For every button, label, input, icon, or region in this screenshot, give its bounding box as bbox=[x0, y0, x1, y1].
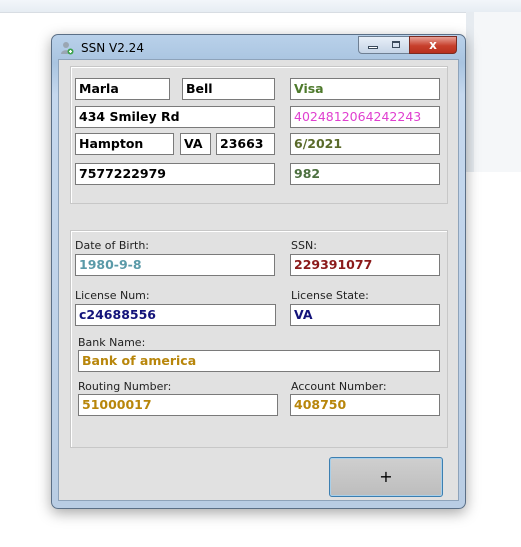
card-type-field[interactable]: Visa bbox=[290, 78, 440, 100]
user-add-icon bbox=[61, 42, 74, 55]
bank-name-field[interactable]: Bank of america bbox=[78, 350, 440, 372]
dob-field[interactable]: 1980-9-8 bbox=[75, 254, 275, 276]
license-num-label: License Num: bbox=[75, 289, 150, 302]
card-number-field[interactable]: 4024812064242243 bbox=[290, 106, 440, 128]
app-window: SSN V2.24 x Marla Bell Visa 434 Smiley R… bbox=[51, 34, 466, 509]
dob-label: Date of Birth: bbox=[75, 239, 150, 252]
routing-number-label: Routing Number: bbox=[78, 380, 172, 393]
client-area: Marla Bell Visa 434 Smiley Rd 4024812064… bbox=[58, 59, 459, 501]
expiry-field[interactable]: 6/2021 bbox=[290, 133, 440, 155]
bank-name-label: Bank Name: bbox=[78, 336, 146, 349]
zip-field[interactable]: 23663 bbox=[216, 133, 275, 155]
cvv-field[interactable]: 982 bbox=[290, 163, 440, 185]
street-field[interactable]: 434 Smiley Rd bbox=[75, 106, 275, 128]
first-name-field[interactable]: Marla bbox=[75, 78, 170, 100]
phone-field[interactable]: 7577222979 bbox=[75, 163, 275, 185]
maximize-button[interactable] bbox=[384, 36, 410, 54]
license-state-label: License State: bbox=[291, 289, 369, 302]
window-title: SSN V2.24 bbox=[81, 41, 144, 55]
desktop-top-strip bbox=[0, 0, 521, 13]
minimize-icon bbox=[368, 46, 378, 49]
desktop-side-strip-light bbox=[474, 12, 521, 172]
account-number-label: Account Number: bbox=[291, 380, 387, 393]
maximize-icon bbox=[392, 41, 400, 48]
ssn-label: SSN: bbox=[291, 239, 317, 252]
desktop-side-strip bbox=[466, 12, 474, 172]
title-bar[interactable]: SSN V2.24 x bbox=[52, 35, 465, 59]
state-field[interactable]: VA bbox=[180, 133, 211, 155]
city-field[interactable]: Hampton bbox=[75, 133, 174, 155]
routing-number-field[interactable]: 51000017 bbox=[78, 394, 278, 416]
account-number-field[interactable]: 408750 bbox=[290, 394, 440, 416]
close-icon: x bbox=[429, 38, 437, 52]
license-num-field[interactable]: c24688556 bbox=[75, 304, 276, 326]
minimize-button[interactable] bbox=[358, 36, 385, 54]
license-state-field[interactable]: VA bbox=[290, 304, 440, 326]
ssn-field[interactable]: 229391077 bbox=[290, 254, 440, 276]
close-button[interactable]: x bbox=[409, 36, 457, 54]
add-button[interactable]: + bbox=[329, 457, 443, 497]
last-name-field[interactable]: Bell bbox=[182, 78, 275, 100]
